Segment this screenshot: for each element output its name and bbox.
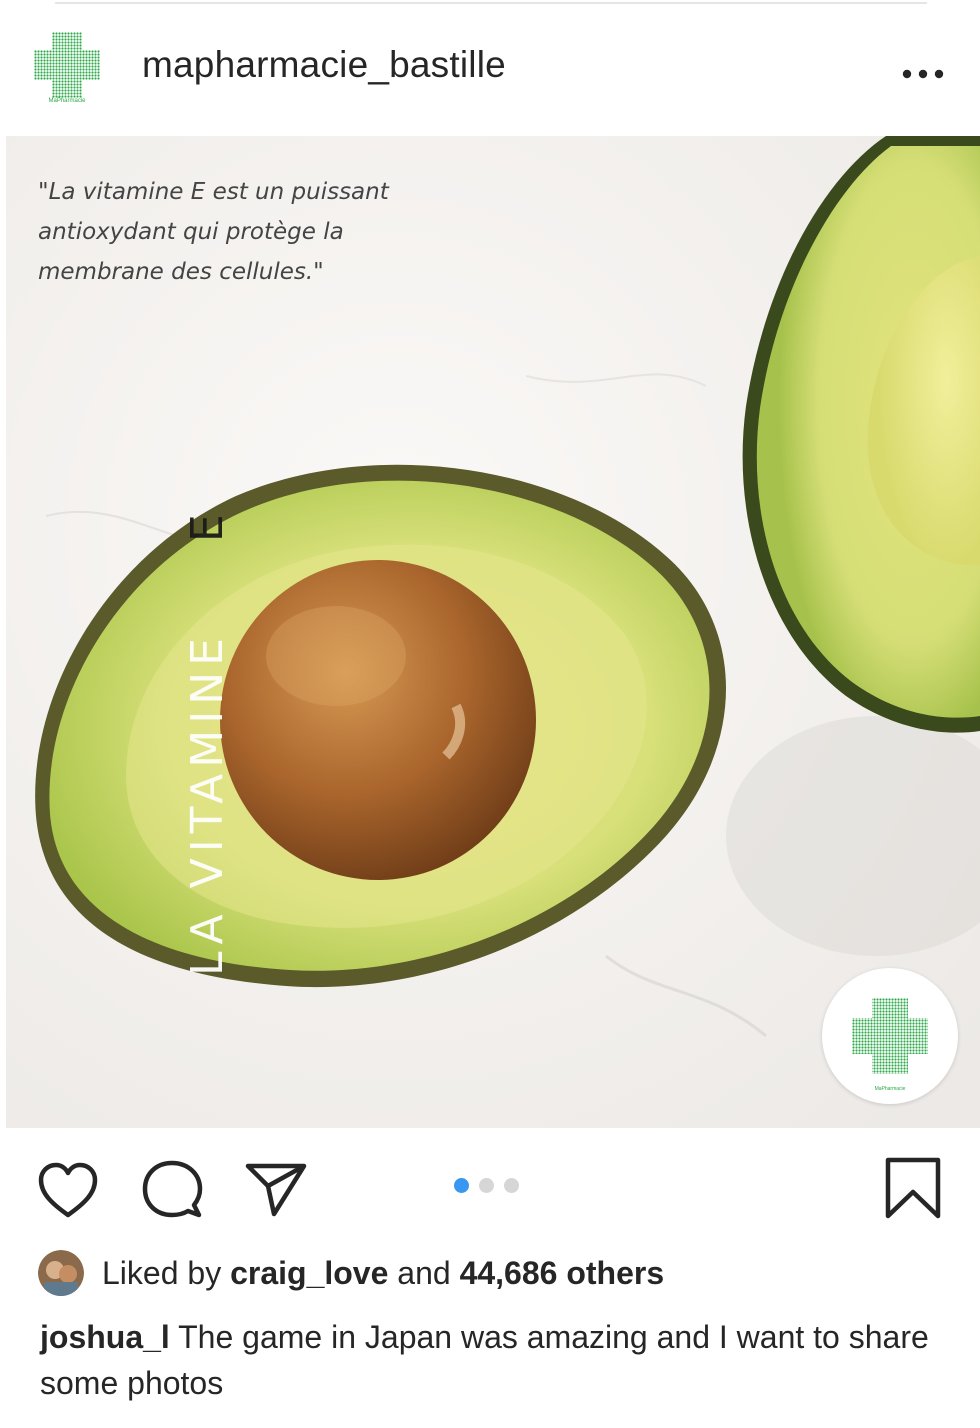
likes-joiner: and [397, 1254, 451, 1291]
likes-count[interactable]: 44,686 others [460, 1255, 665, 1291]
likes-summary: Liked by craig_love and 44,686 others [38, 1250, 664, 1296]
profile-avatar[interactable]: MaPharmacie [22, 26, 112, 116]
avatar-brand-text: MaPharmacie [48, 98, 86, 104]
caption-text: The game in Japan was amazing and I want… [40, 1319, 929, 1401]
caption-author[interactable]: joshua_l [40, 1319, 170, 1355]
heart-icon [38, 1162, 98, 1218]
save-button[interactable] [878, 1152, 948, 1224]
comment-button[interactable] [138, 1156, 206, 1224]
bookmark-icon [885, 1157, 941, 1219]
post-actions [0, 1128, 980, 1248]
avatar-photo-icon [38, 1250, 84, 1296]
pharmacy-badge: MaPharmacie [822, 968, 958, 1104]
image-quote-text: "La vitamine E est un puissant antioxyda… [38, 179, 389, 285]
comment-bubble-icon [142, 1160, 203, 1218]
liker-avatar[interactable] [38, 1250, 84, 1296]
vertical-title-text: LA VITAMINE [182, 632, 233, 976]
like-button[interactable] [34, 1156, 102, 1224]
post-caption: joshua_l The game in Japan was amazing a… [40, 1314, 940, 1406]
badge-brand-text: MaPharmacie [874, 1086, 906, 1092]
carousel-dot [504, 1178, 519, 1193]
pharmacy-cross-logo-icon [852, 998, 928, 1074]
carousel-dot-active [454, 1178, 469, 1193]
paper-plane-icon [245, 1163, 307, 1217]
share-button[interactable] [242, 1156, 310, 1224]
carousel-indicator [454, 1178, 519, 1193]
post-header: MaPharmacie mapharmacie_bastille [0, 4, 980, 136]
more-horizontal-icon [902, 69, 944, 79]
liker-username[interactable]: craig_love [230, 1255, 388, 1291]
image-vertical-title: LA VITAMINE E [182, 508, 233, 976]
carousel-dot [479, 1178, 494, 1193]
post-username[interactable]: mapharmacie_bastille [142, 44, 506, 86]
vertical-title-letter: E [182, 508, 233, 543]
post-image[interactable]: "La vitamine E est un puissant antioxyda… [6, 136, 980, 1128]
likes-prefix: Liked by [102, 1254, 222, 1291]
more-options-button[interactable] [895, 54, 951, 94]
